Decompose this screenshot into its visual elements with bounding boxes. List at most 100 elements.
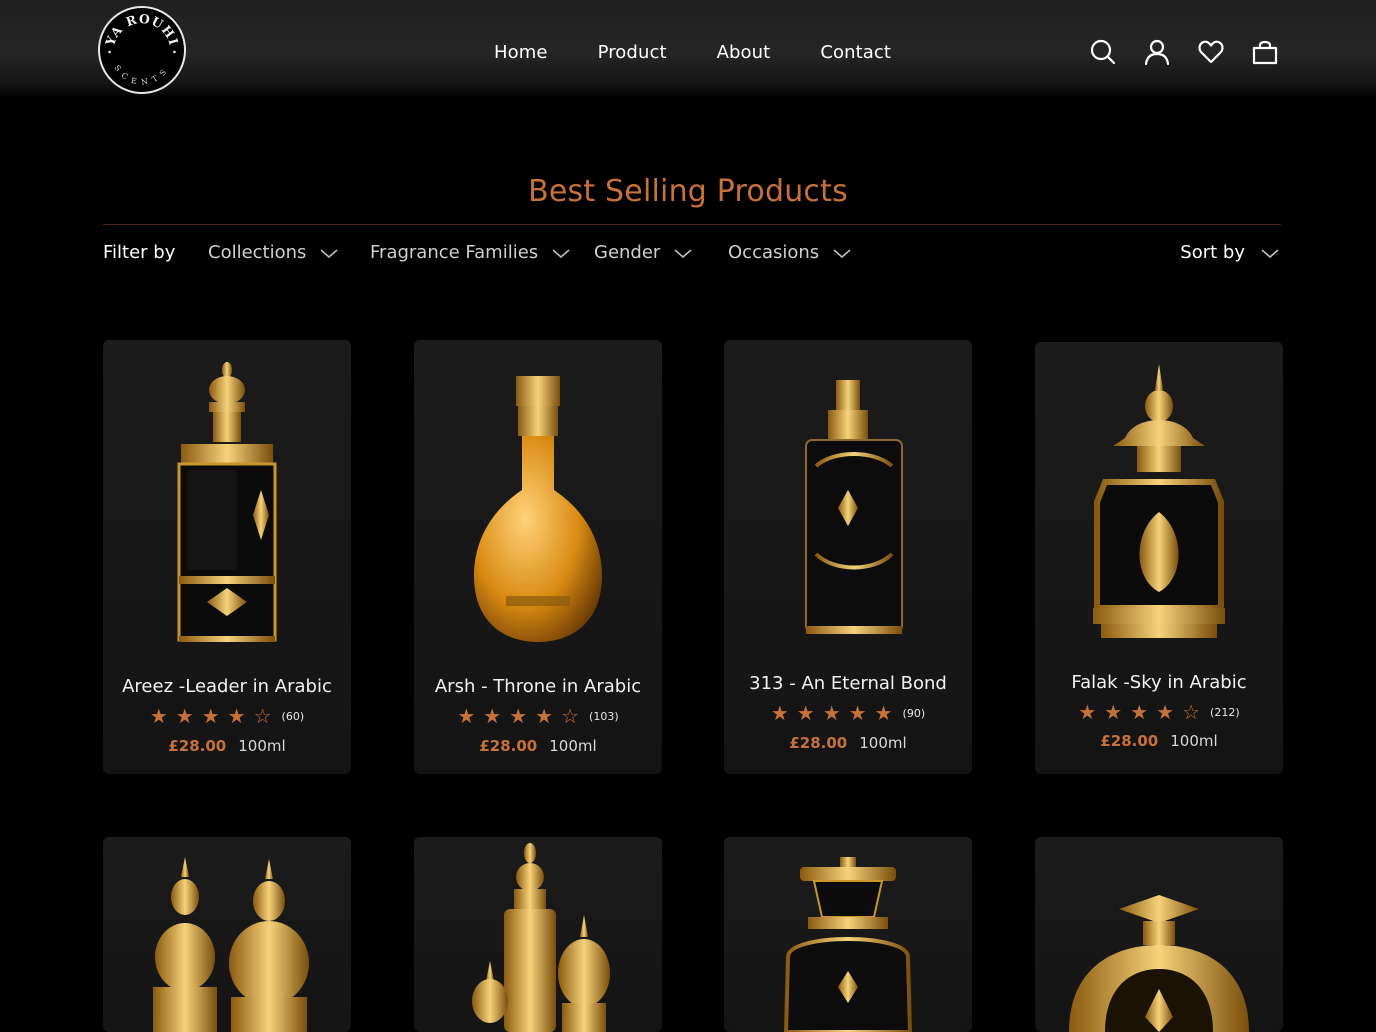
product-image[interactable] [724,340,972,660]
chevron-down-icon [674,248,692,258]
star-filled-icon: ★ [227,704,246,728]
logo-bottom-text: SCENTS [113,63,166,87]
product-image[interactable] [414,340,662,660]
product-price: £28.00 [789,734,848,752]
section-title: Best Selling Products [528,174,848,209]
logo-emblem-icon: YA ROUHI SCENTS [102,11,182,87]
product-name[interactable]: Falak -Sky in Arabic [1035,672,1283,693]
perfume-bottle-icon [474,376,602,642]
star-filled-icon: ★ [457,704,476,728]
star-filled-icon: ★ [1130,700,1149,724]
perfume-bottle-icon [153,857,309,1032]
product-card[interactable]: Areez -Leader in Arabic ★ ★ ★ ★ ☆ (60) £… [103,340,351,774]
product-price: £28.00 [479,737,538,755]
product-name[interactable]: Arsh - Throne in Arabic [414,676,662,697]
review-count: (103) [589,709,619,723]
product-rating: ★ ★ ★ ★ ☆ (60) [103,706,351,726]
heart-icon[interactable] [1196,37,1226,67]
svg-text:YA ROUHI: YA ROUHI [102,11,182,49]
perfume-bottle-icon [177,362,277,642]
chevron-down-icon [1261,248,1279,258]
nav-contact[interactable]: Contact [820,42,891,63]
star-filled-icon: ★ [175,704,194,728]
product-image[interactable] [414,837,662,1032]
chevron-down-icon [320,248,338,258]
product-name[interactable]: 313 - An Eternal Bond [724,673,972,694]
product-price: £28.00 [168,737,227,755]
perfume-bottle-icon [805,380,903,634]
main-nav: Home Product About Contact [494,42,891,63]
title-divider [103,224,1281,225]
star-filled-icon: ★ [796,701,815,725]
star-empty-icon: ☆ [253,704,272,728]
svg-text:SCENTS: SCENTS [113,63,172,87]
product-card[interactable] [1035,837,1283,1032]
star-empty-icon: ☆ [561,704,580,728]
filter-gender[interactable]: Gender [594,242,694,263]
star-filled-icon: ★ [1078,700,1097,724]
perfume-bottle-icon [783,857,913,1032]
star-filled-icon: ★ [509,704,528,728]
nav-product[interactable]: Product [598,42,667,63]
product-volume: 100ml [1170,732,1218,750]
nav-home[interactable]: Home [494,42,548,63]
product-image[interactable] [103,340,351,660]
product-card[interactable] [724,837,972,1032]
star-empty-icon: ☆ [1182,700,1201,724]
star-filled-icon: ★ [483,704,502,728]
product-image[interactable] [1035,837,1283,1032]
perfume-bottle-icon [1069,895,1249,1032]
product-card[interactable] [414,837,662,1032]
star-filled-icon: ★ [822,701,841,725]
product-name[interactable]: Areez -Leader in Arabic [103,676,351,697]
review-count: (60) [281,709,305,723]
search-icon[interactable] [1088,37,1118,67]
price-row: £28.00 100ml [103,737,351,755]
chevron-down-icon [833,248,851,258]
header-actions [1088,37,1280,67]
filter-gender-label: Gender [594,242,661,263]
price-row: £28.00 100ml [724,734,972,752]
product-card[interactable] [103,837,351,1032]
filter-label: Filter by [103,242,176,263]
product-rating: ★ ★ ★ ★ ☆ (212) [1035,702,1283,722]
price-row: £28.00 100ml [414,737,662,755]
user-icon[interactable] [1142,37,1172,67]
review-count: (90) [902,706,926,720]
price-row: £28.00 100ml [1035,732,1283,750]
filter-collections[interactable]: Collections [208,242,340,263]
product-image[interactable] [1035,342,1283,660]
product-price: £28.00 [1100,732,1159,750]
site-header: YA ROUHI SCENTS Home Product About Conta… [0,0,1376,96]
star-filled-icon: ★ [201,704,220,728]
product-card[interactable]: Arsh - Throne in Arabic ★ ★ ★ ★ ☆ (103) … [414,340,662,774]
product-rating: ★ ★ ★ ★ ★ (90) [724,703,972,723]
product-image[interactable] [103,837,351,1032]
nav-about[interactable]: About [717,42,771,63]
sort-label: Sort by [1180,242,1245,263]
filter-bar: Filter by Collections Fragrance Families… [103,240,1281,270]
star-filled-icon: ★ [535,704,554,728]
brand-logo[interactable]: YA ROUHI SCENTS [98,6,186,94]
perfume-bottle-icon [1093,364,1225,638]
sort-dropdown[interactable]: Sort by [1180,242,1281,263]
chevron-down-icon [552,248,570,258]
product-image[interactable] [724,837,972,1032]
filter-occasions-label: Occasions [728,242,820,263]
perfume-bottle-icon [472,843,610,1032]
star-filled-icon: ★ [874,701,893,725]
filter-occasions[interactable]: Occasions [728,242,853,263]
review-count: (212) [1210,705,1240,719]
product-card[interactable]: 313 - An Eternal Bond ★ ★ ★ ★ ★ (90) £28… [724,340,972,774]
bag-icon[interactable] [1250,37,1280,67]
filter-collections-label: Collections [208,242,307,263]
filter-fragrance-families[interactable]: Fragrance Families [370,242,572,263]
product-card[interactable]: Falak -Sky in Arabic ★ ★ ★ ★ ☆ (212) £28… [1035,342,1283,774]
product-volume: 100ml [549,737,597,755]
product-rating: ★ ★ ★ ★ ☆ (103) [414,706,662,726]
filter-fragrance-families-label: Fragrance Families [370,242,539,263]
star-filled-icon: ★ [149,704,168,728]
star-filled-icon: ★ [848,701,867,725]
star-filled-icon: ★ [1104,700,1123,724]
product-volume: 100ml [238,737,286,755]
